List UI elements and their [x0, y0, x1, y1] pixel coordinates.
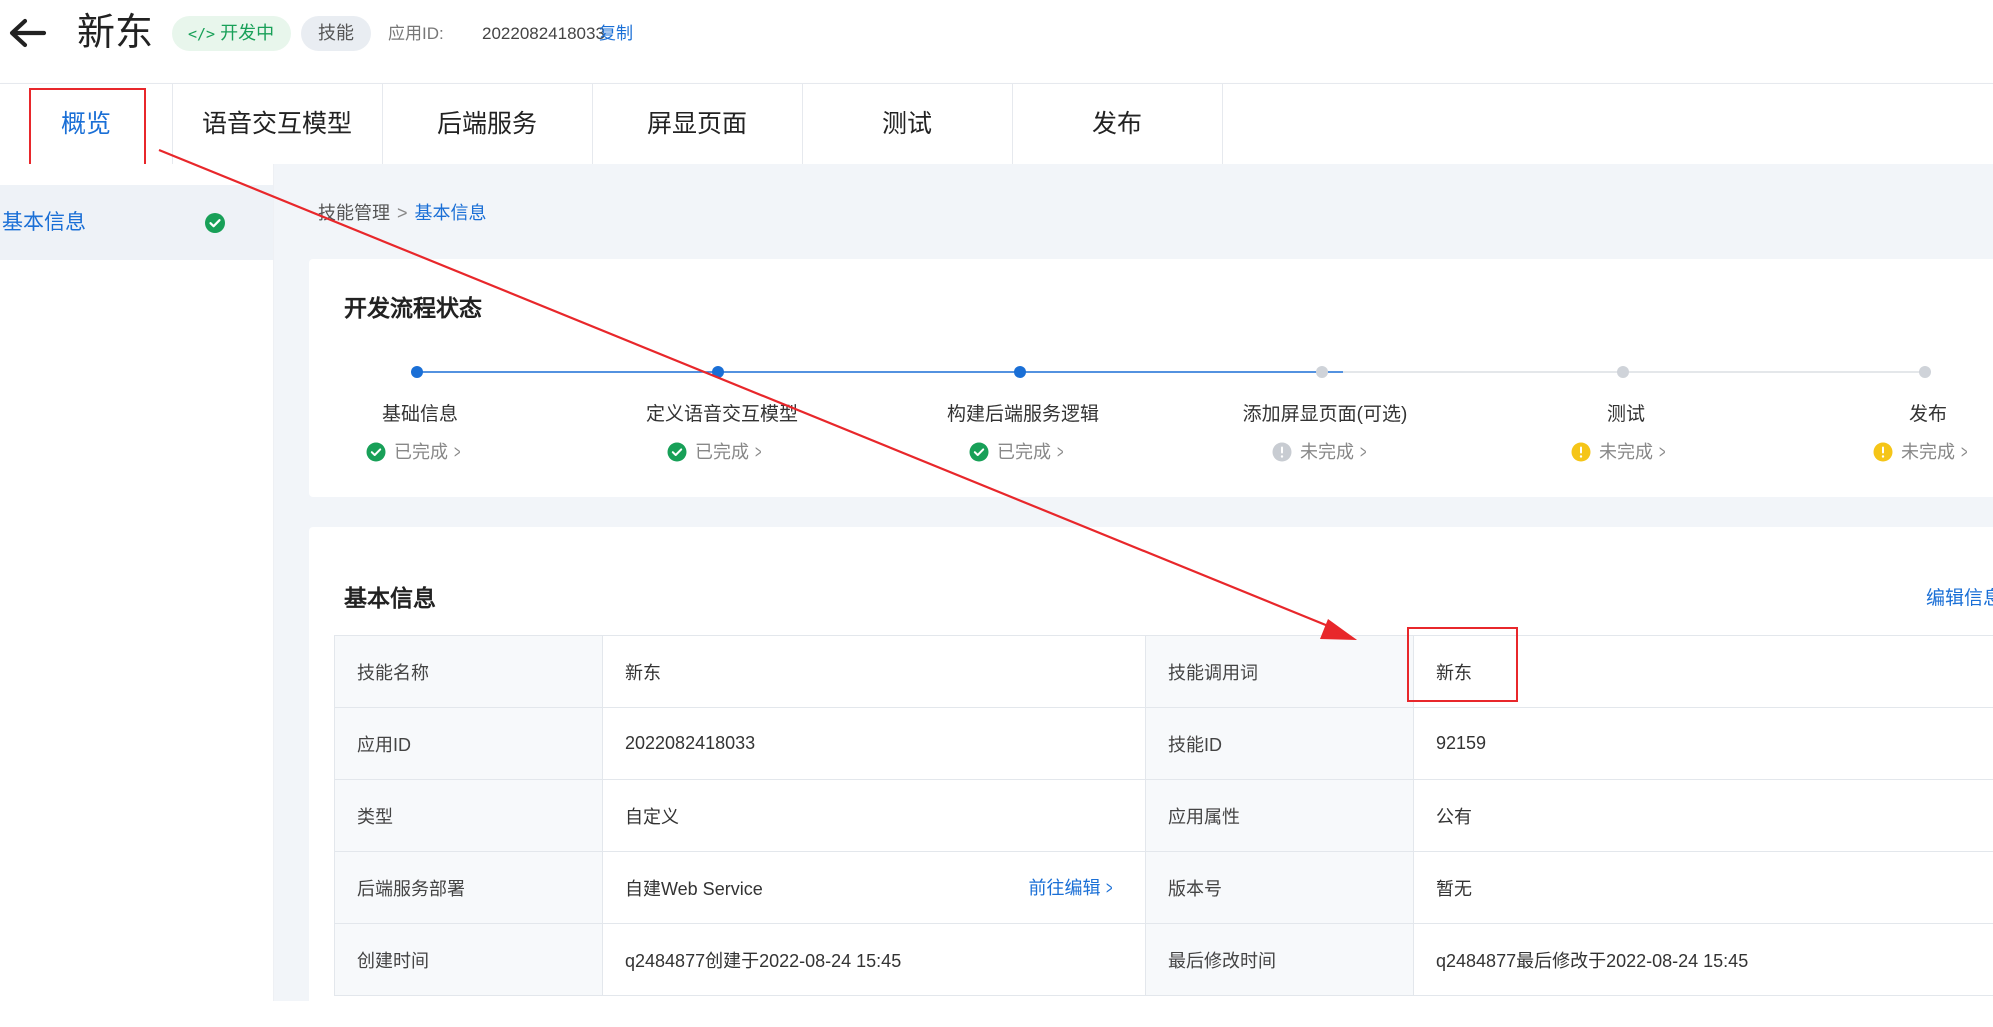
field-value: 公有 [1414, 780, 1993, 852]
field-value-cell: 自建Web Service 前往编辑> [603, 852, 1146, 924]
app-id-label: 应用ID: [388, 16, 444, 51]
copy-button[interactable]: 复制 [599, 16, 633, 51]
step-status-2[interactable]: 已完成> [667, 439, 764, 465]
app-title: 新东 [77, 8, 153, 58]
flow-progress-track [309, 259, 1993, 497]
field-value: 新东 [1414, 636, 1993, 708]
chevron-right-icon: > [755, 439, 761, 465]
tab-screen[interactable]: 屏显页面 [592, 84, 803, 164]
sidebar-item-basic-info[interactable]: 基本信息 [0, 185, 273, 260]
step-status-1[interactable]: 已完成> [366, 439, 463, 465]
field-label: 技能调用词 [1146, 636, 1414, 708]
field-value: 自建Web Service [625, 879, 763, 899]
step-name-5: 测试 [1506, 399, 1746, 426]
warning-circle-icon [1873, 442, 1893, 462]
chevron-right-icon: > [454, 439, 460, 465]
tab-backend[interactable]: 后端服务 [382, 84, 593, 164]
field-value: q2484877最后修改于2022-08-24 15:45 [1414, 924, 1993, 996]
field-label: 后端服务部署 [335, 852, 603, 924]
check-circle-icon [204, 212, 226, 234]
breadcrumb-current: 基本信息 [415, 203, 487, 223]
chevron-right-icon: > [1659, 439, 1665, 465]
chevron-right-icon: > [1360, 439, 1366, 465]
field-value: 自定义 [603, 780, 1146, 852]
app-header: 新东 </>开发中 技能 应用ID: 2022082418033 复制 [0, 0, 1993, 66]
step-name-3: 构建后端服务逻辑 [903, 399, 1143, 426]
app-id-value: 2022082418033 [482, 16, 605, 51]
field-value: 新东 [603, 636, 1146, 708]
step-status-6[interactable]: 未完成> [1873, 439, 1970, 465]
tab-publish[interactable]: 发布 [1012, 84, 1223, 164]
breadcrumb: 技能管理 > 基本信息 [318, 200, 487, 226]
table-row: 技能名称 新东 技能调用词 新东 [335, 636, 1993, 708]
field-label: 应用ID [335, 708, 603, 780]
field-value: 暂无 [1414, 852, 1993, 924]
step-name-6: 发布 [1808, 399, 1993, 426]
table-row: 创建时间 q2484877创建于2022-08-24 15:45 最后修改时间 … [335, 924, 1993, 996]
chevron-right-icon: > [397, 203, 408, 223]
step-dot-6 [1919, 366, 1931, 378]
step-dot-1 [411, 366, 423, 378]
type-badge: 技能 [301, 16, 371, 51]
table-row: 应用ID 2022082418033 技能ID 92159 [335, 708, 1993, 780]
main-content: 技能管理 > 基本信息 开发流程状态 基础信息 定义语音交互模型 构建后端服务逻辑 … [274, 164, 1993, 1001]
check-circle-icon [366, 442, 386, 462]
info-circle-icon [1272, 442, 1292, 462]
goto-edit-link[interactable]: 前往编辑> [1028, 852, 1115, 924]
chevron-right-icon: > [1961, 439, 1967, 465]
table-row: 后端服务部署 自建Web Service 前往编辑> 版本号 暂无 [335, 852, 1993, 924]
field-label: 版本号 [1146, 852, 1414, 924]
basic-info-table: 技能名称 新东 技能调用词 新东 应用ID 2022082418033 技能ID… [334, 635, 1993, 996]
tab-overview[interactable]: 概览 [0, 84, 173, 164]
step-status-3[interactable]: 已完成> [969, 439, 1066, 465]
edit-info-button[interactable]: 编辑信息 [1926, 583, 1993, 610]
field-label: 应用属性 [1146, 780, 1414, 852]
chevron-right-icon: > [1107, 852, 1113, 924]
back-arrow-icon[interactable] [6, 12, 48, 54]
code-icon: </> [188, 25, 215, 43]
field-value: 92159 [1414, 708, 1993, 780]
table-row: 类型 自定义 应用属性 公有 [335, 780, 1993, 852]
warning-circle-icon [1571, 442, 1591, 462]
step-name-4: 添加屏显页面(可选) [1205, 399, 1445, 426]
basic-info-title: 基本信息 [344, 579, 436, 613]
check-circle-icon [667, 442, 687, 462]
step-status-5[interactable]: 未完成> [1571, 439, 1668, 465]
field-label: 类型 [335, 780, 603, 852]
sidebar-item-label: 基本信息 [2, 185, 86, 260]
field-label: 创建时间 [335, 924, 603, 996]
chevron-right-icon: > [1057, 439, 1063, 465]
step-name-1: 基础信息 [300, 399, 540, 426]
step-dot-4 [1316, 366, 1328, 378]
flow-status-card: 开发流程状态 基础信息 定义语音交互模型 构建后端服务逻辑 添加屏显页面(可选)… [309, 259, 1993, 497]
step-status-4[interactable]: 未完成> [1272, 439, 1369, 465]
basic-info-card: 基本信息 编辑信息 技能名称 新东 技能调用词 新东 应用ID 20220824… [309, 527, 1993, 1027]
sidebar: 基本信息 [0, 164, 274, 1001]
field-label: 技能ID [1146, 708, 1414, 780]
breadcrumb-parent[interactable]: 技能管理 [318, 203, 390, 223]
main-tabs: 概览 语音交互模型 后端服务 屏显页面 测试 发布 [0, 83, 1993, 164]
step-dot-3 [1014, 366, 1026, 378]
field-value: q2484877创建于2022-08-24 15:45 [603, 924, 1146, 996]
check-circle-icon [969, 442, 989, 462]
step-dot-5 [1617, 366, 1629, 378]
step-dot-2 [712, 366, 724, 378]
tab-voice-model[interactable]: 语音交互模型 [172, 84, 383, 164]
step-name-2: 定义语音交互模型 [602, 399, 842, 426]
status-badge: </>开发中 [172, 16, 291, 51]
field-label: 最后修改时间 [1146, 924, 1414, 996]
field-value: 2022082418033 [603, 708, 1146, 780]
tab-test[interactable]: 测试 [802, 84, 1013, 164]
field-label: 技能名称 [335, 636, 603, 708]
